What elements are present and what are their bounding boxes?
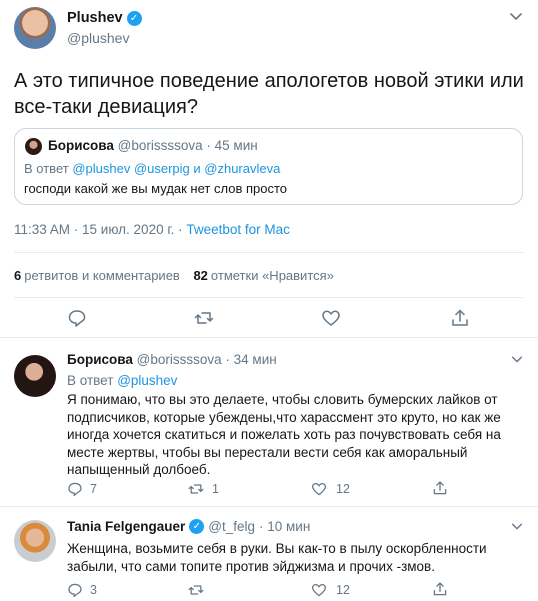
retweet-icon[interactable] (194, 308, 214, 328)
like-count: 12 (336, 583, 350, 597)
author-avatar[interactable] (14, 7, 56, 49)
quote-reply-prefix: В ответ (24, 161, 69, 176)
like-icon[interactable] (311, 582, 327, 598)
share-icon[interactable] (432, 581, 448, 597)
retweet-icon[interactable] (188, 481, 204, 497)
author-handle[interactable]: @plushev (67, 30, 129, 46)
likes-stat[interactable]: 82 отметки «Нравится» (193, 268, 333, 283)
quote-time: · 45 мин (206, 138, 258, 153)
retweets-label: ретвитов и комментариев (24, 268, 180, 283)
divider (14, 297, 524, 298)
quote-reply-mentions[interactable]: @plushev @userpig и @zhuravleva (72, 161, 280, 176)
like-icon[interactable] (311, 481, 327, 497)
reply-to-mention[interactable]: @plushev (117, 373, 177, 388)
divider (14, 252, 524, 253)
share-icon[interactable] (450, 308, 470, 328)
main-tweet: Plushev ✓ @plushev А это типичное поведе… (0, 0, 538, 338)
reply-author-name[interactable]: Борисова (67, 352, 133, 367)
chevron-down-icon[interactable] (510, 519, 524, 533)
reply-author-handle[interactable]: @borissssova (137, 352, 222, 367)
quote-reply-to: В ответ @plushev @userpig и @zhuravleva (24, 161, 280, 176)
likes-label: отметки «Нравится» (210, 268, 334, 283)
retweet-icon[interactable] (188, 582, 204, 598)
reply-to-prefix: В ответ (67, 373, 114, 388)
quote-author-handle: @borissssova (117, 138, 203, 153)
retweet-count: 1 (212, 482, 219, 496)
reply-icon[interactable] (67, 582, 83, 598)
share-icon[interactable] (432, 480, 448, 496)
reply-to-line: В ответ @plushev (67, 372, 527, 390)
like-icon[interactable] (321, 308, 341, 328)
quote-header: Борисова @borissssova · 45 мин (48, 138, 258, 153)
tweet-meta: 11:33 AM · 15 июл. 2020 г. · Tweetbot fo… (14, 222, 290, 237)
tweet-client[interactable]: Tweetbot for Mac (186, 222, 290, 237)
tweet-timestamp[interactable]: 11:33 AM · 15 июл. 2020 г. · (14, 222, 183, 237)
reply-count: 7 (90, 482, 97, 496)
reply-author-avatar[interactable] (14, 355, 56, 397)
reply-text: Женщина, возьмите себя в руки. Вы как-то… (67, 541, 487, 574)
chevron-down-icon[interactable] (510, 352, 524, 366)
reply-author-name[interactable]: Tania Felgengauer (67, 519, 185, 534)
quote-author-name: Борисова (48, 138, 114, 153)
quote-text: господи какой же вы мудак нет слов прост… (24, 181, 287, 196)
reply-tweet[interactable]: Tania Felgengauer ✓ @t_felg · 10 мин Жен… (0, 508, 538, 601)
reply-icon[interactable] (67, 308, 87, 328)
like-count: 12 (336, 482, 350, 496)
reply-header: Борисова @borissssova · 34 мин (67, 352, 277, 367)
reply-text: Я понимаю, что вы это делаете, чтобы сло… (67, 392, 501, 477)
reply-author-avatar[interactable] (14, 520, 56, 562)
retweets-count: 6 (14, 268, 22, 283)
reply-tweet[interactable]: Борисова @borissssova · 34 мин В ответ @… (0, 339, 538, 507)
likes-count: 82 (193, 268, 208, 283)
author-name[interactable]: Plushev (67, 10, 123, 26)
tweet-text: А это типичное поведение апологетов ново… (14, 70, 524, 118)
retweets-stat[interactable]: 6 ретвитов и комментариев (14, 268, 183, 283)
quoted-tweet[interactable]: Борисова @borissssova · 45 мин В ответ @… (14, 128, 523, 205)
reply-header: Tania Felgengauer ✓ @t_felg · 10 мин (67, 519, 310, 534)
reply-icon[interactable] (67, 481, 83, 497)
reply-time[interactable]: · 34 мин (225, 352, 276, 367)
reply-time[interactable]: · 10 мин (259, 519, 310, 534)
reply-author-handle[interactable]: @t_felg (208, 519, 255, 534)
chevron-down-icon[interactable] (508, 8, 524, 24)
tweet-stats: 6 ретвитов и комментариев 82 отметки «Нрав… (14, 268, 334, 283)
verified-icon: ✓ (189, 519, 205, 534)
reply-count: 3 (90, 583, 97, 597)
author-name-row[interactable]: Plushev ✓ (67, 10, 142, 26)
quote-author-avatar (25, 138, 42, 155)
verified-icon: ✓ (126, 10, 142, 26)
